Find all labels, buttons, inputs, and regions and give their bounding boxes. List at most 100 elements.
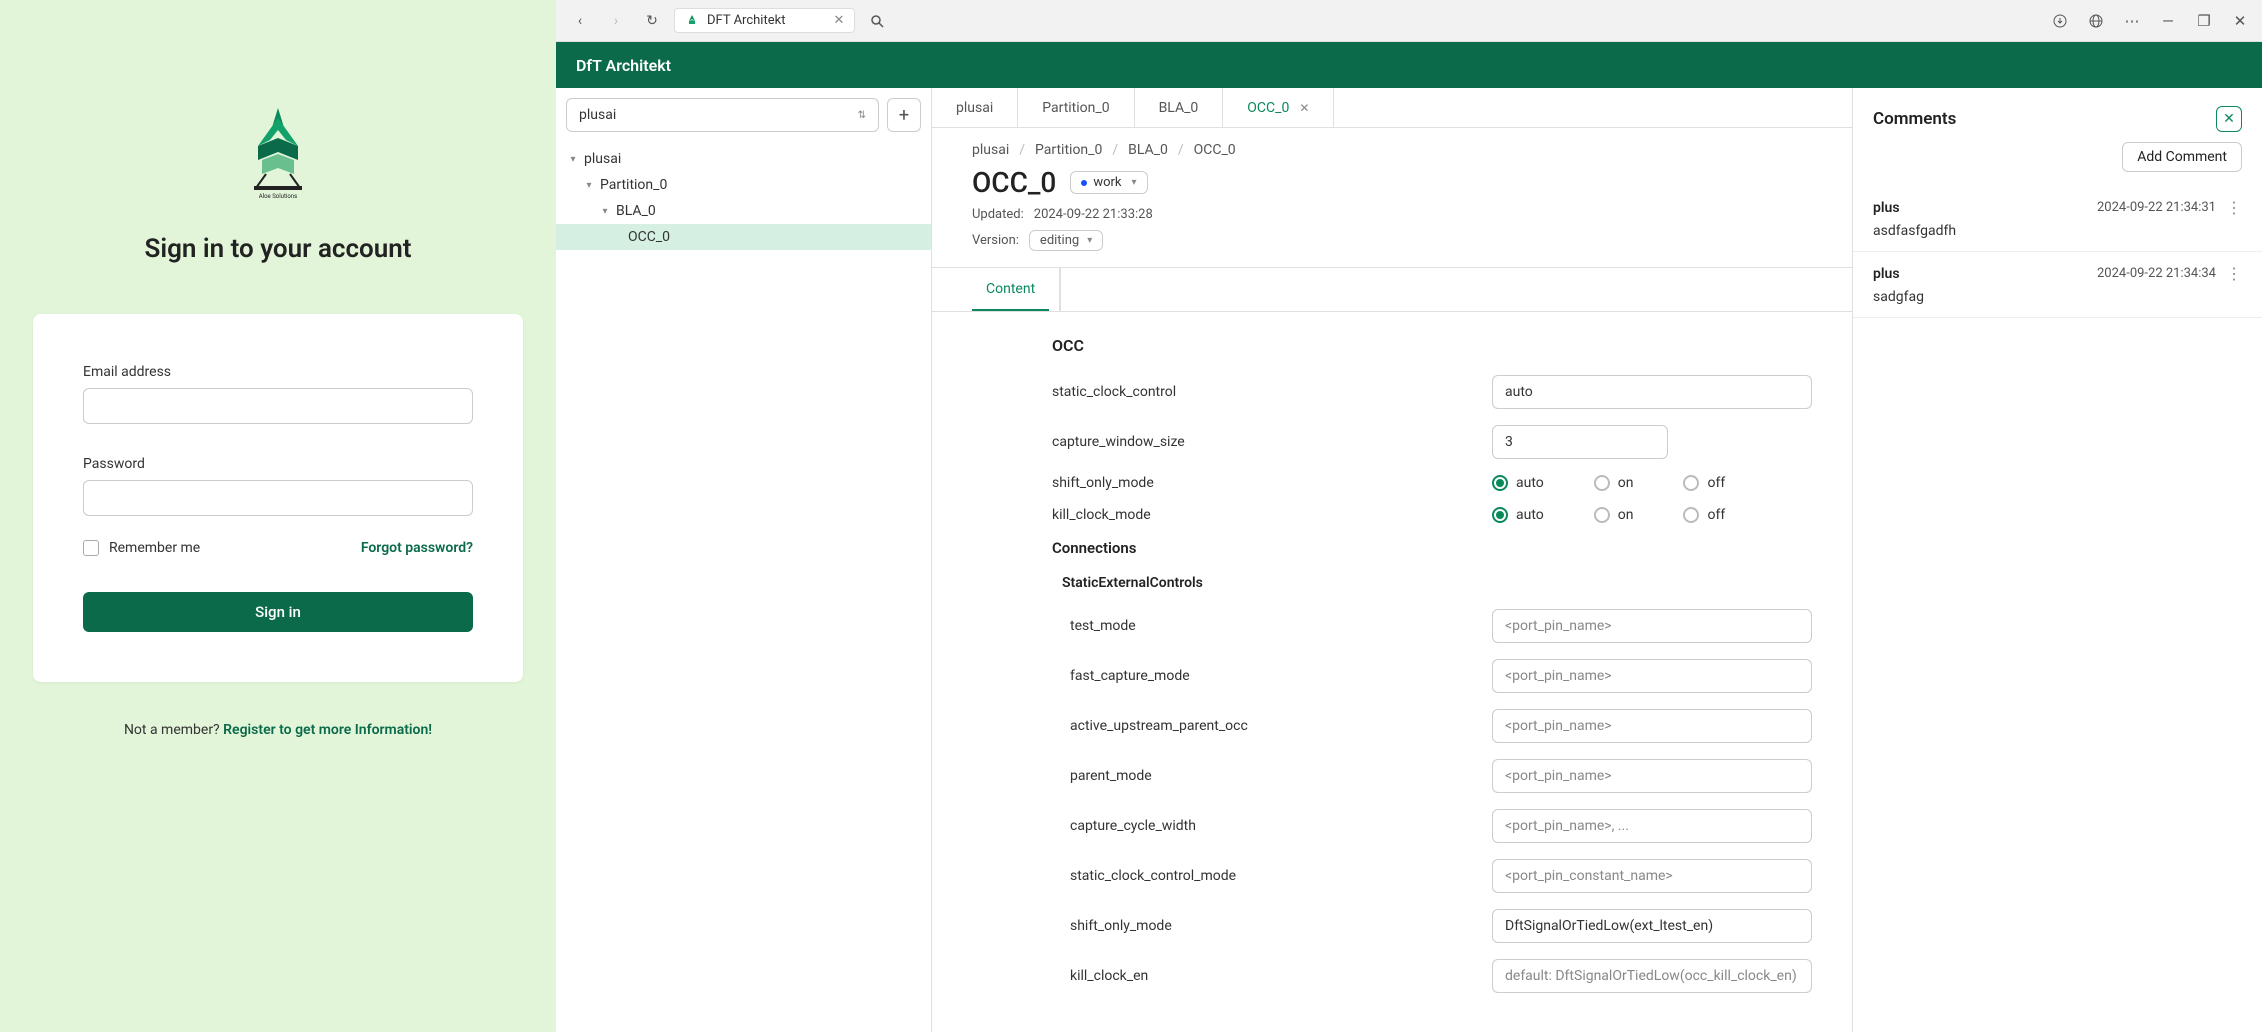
tab-bla0[interactable]: BLA_0 [1135,88,1224,127]
comments-panel: Comments ✕ Add Comment plus 2024-09-22 2… [1852,88,2262,1032]
field-label: shift_only_mode [1070,918,1492,934]
field-label: parent_mode [1070,768,1492,784]
project-selector[interactable]: plusai ⇅ [566,98,879,132]
logo: Aloe Solutions [228,100,328,204]
capture-window-size-input[interactable] [1492,425,1668,459]
project-selector-value: plusai [579,107,616,123]
add-button[interactable]: + [887,98,921,132]
search-button[interactable] [863,7,891,35]
comment-more-icon[interactable]: ⋮ [2226,264,2242,283]
doc-tabs: plusai Partition_0 BLA_0 OCC_0 ✕ [932,88,1852,128]
chevron-down-icon: ▾ [1132,177,1137,188]
more-icon[interactable]: ⋯ [2120,9,2144,33]
field-label: kill_clock_mode [1052,507,1492,523]
comment-more-icon[interactable]: ⋮ [2226,198,2242,217]
field-label: capture_window_size [1052,434,1492,450]
radio-icon [1492,475,1508,491]
maximize-icon[interactable]: ❐ [2192,9,2216,33]
globe-icon[interactable] [2084,9,2108,33]
signin-button[interactable]: Sign in [83,592,473,632]
tab-label: BLA_0 [1159,100,1199,116]
back-button[interactable]: ‹ [566,7,594,35]
tab-occ0[interactable]: OCC_0 ✕ [1223,88,1334,127]
tree-item-partition0[interactable]: ▾Partition_0 [556,172,931,198]
remember-checkbox[interactable] [83,540,99,556]
forward-button[interactable]: › [602,7,630,35]
field-label: shift_only_mode [1052,475,1492,491]
crumb[interactable]: Partition_0 [1035,142,1102,158]
comment-time: 2024-09-22 21:34:34 [2097,266,2216,281]
close-comments-button[interactable]: ✕ [2216,106,2242,132]
fast-capture-mode-input[interactable] [1492,659,1812,693]
tab-label: Partition_0 [1042,100,1109,116]
static-ext-heading: StaticExternalControls [1062,575,1812,591]
add-comment-button[interactable]: Add Comment [2122,142,2242,172]
radio-icon [1594,475,1610,491]
static-clock-control-input[interactable] [1492,375,1812,409]
radio-on[interactable]: on [1594,507,1634,523]
tree-item-bla0[interactable]: ▾BLA_0 [556,198,931,224]
forgot-password-link[interactable]: Forgot password? [361,540,473,556]
field-label: static_clock_control_mode [1070,868,1492,884]
app-header: DfT Architekt [556,42,2262,88]
crumb[interactable]: plusai [972,142,1009,158]
tab-favicon-icon [685,14,699,28]
parent-mode-input[interactable] [1492,759,1812,793]
comment-body: sadgfag [1873,289,2242,305]
email-field[interactable] [83,388,473,424]
tag-selector[interactable]: work ▾ [1070,171,1147,194]
close-window-icon[interactable]: ✕ [2228,9,2252,33]
capture-cycle-width-input[interactable] [1492,809,1812,843]
tab-partition0[interactable]: Partition_0 [1018,88,1134,127]
close-tab-icon[interactable]: ✕ [833,13,844,28]
tree-list: ▾ plusai ▾Partition_0 ▾BLA_0 OCC_0 [556,142,931,254]
comment-item: plus 2024-09-22 21:34:34⋮ sadgfag [1853,252,2262,318]
register-link[interactable]: Register to get more Information! [223,722,432,738]
radio-icon [1594,507,1610,523]
shift-only-mode-conn-input[interactable] [1492,909,1812,943]
updated-label: Updated: [972,207,1024,222]
app-title: DfT Architekt [576,56,671,75]
tree-item-occ0[interactable]: OCC_0 [556,224,931,250]
test-mode-input[interactable] [1492,609,1812,643]
register-prefix: Not a member? [124,722,223,738]
login-panel: Aloe Solutions Sign in to your account E… [0,0,556,1032]
chevron-updown-icon: ⇅ [858,110,866,121]
kill-clock-en-input[interactable] [1492,959,1812,993]
crumb[interactable]: BLA_0 [1128,142,1168,158]
field-label: kill_clock_en [1070,968,1492,984]
comment-item: plus 2024-09-22 21:34:31⋮ asdfasfgadfh [1853,186,2262,252]
radio-off[interactable]: off [1683,507,1725,523]
browser-chrome: ‹ › ↻ DFT Architekt ✕ ⋯ — ❐ ✕ [556,0,2262,42]
active-upstream-parent-occ-input[interactable] [1492,709,1812,743]
version-label: Version: [972,233,1019,248]
field-label: test_mode [1070,618,1492,634]
signin-title: Sign in to your account [144,234,411,264]
radio-auto[interactable]: auto [1492,507,1544,523]
tree-item-label: OCC_0 [628,229,670,245]
browser-tab[interactable]: DFT Architekt ✕ [674,8,855,33]
radio-on[interactable]: on [1594,475,1634,491]
static-clock-control-mode-input[interactable] [1492,859,1812,893]
tab-label: OCC_0 [1247,100,1289,116]
tree-item-label: plusai [584,151,621,167]
radio-auto[interactable]: auto [1492,475,1544,491]
caret-down-icon: ▾ [566,154,580,165]
tree-item-plusai[interactable]: ▾ plusai [556,146,931,172]
caret-down-icon: ▾ [582,180,596,191]
tag-label: work [1093,175,1121,190]
caret-down-icon: ▾ [598,206,612,217]
register-row: Not a member? Register to get more Infor… [124,722,432,738]
close-tab-icon[interactable]: ✕ [1299,101,1309,115]
content-tab-content[interactable]: Content [972,268,1049,311]
version-selector[interactable]: editing ▾ [1029,230,1103,251]
radio-icon [1683,507,1699,523]
minimize-icon[interactable]: — [2156,9,2180,33]
password-field[interactable] [83,480,473,516]
reload-button[interactable]: ↻ [638,7,666,35]
comment-time: 2024-09-22 21:34:31 [2097,200,2216,215]
radio-off[interactable]: off [1683,475,1725,491]
tree-sidebar: plusai ⇅ + ▾ plusai ▾Partition_0 ▾BLA_0 O… [556,88,932,1032]
download-icon[interactable] [2048,9,2072,33]
tab-plusai[interactable]: plusai [932,88,1018,127]
